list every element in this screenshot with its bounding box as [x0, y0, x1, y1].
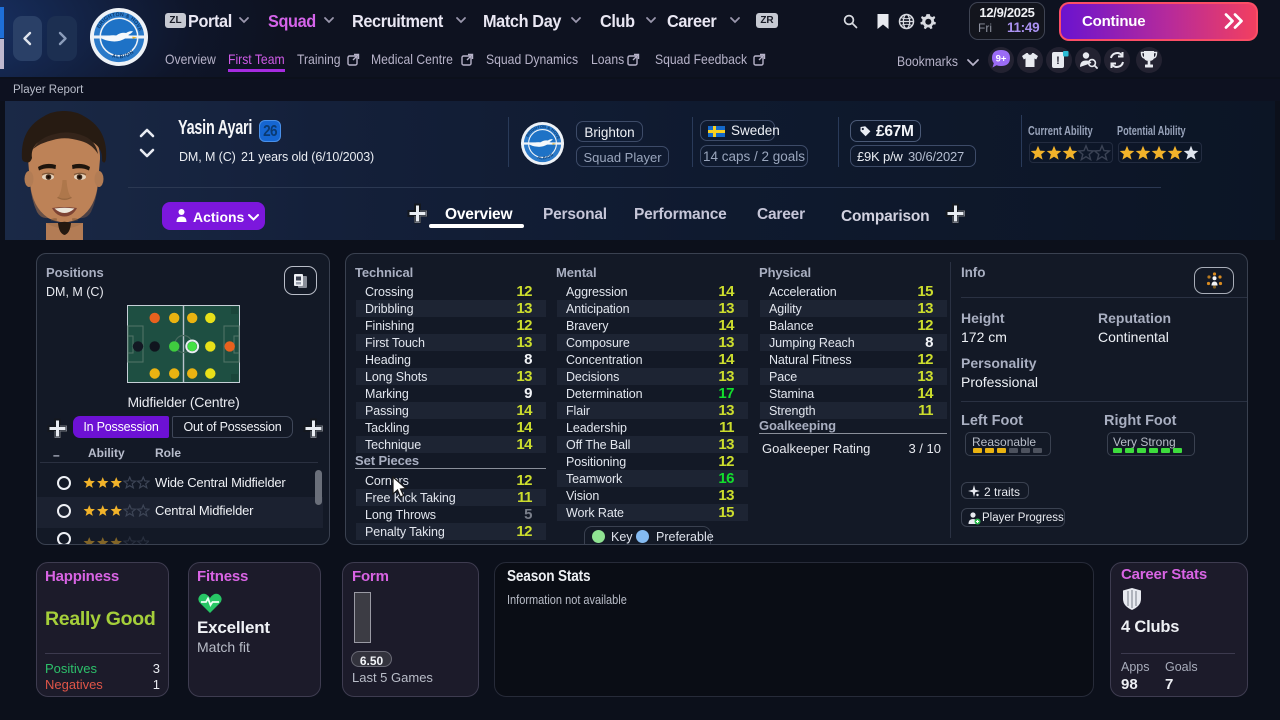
svg-text:9+: 9+: [996, 54, 1007, 65]
svg-text:!: !: [1056, 55, 1060, 67]
